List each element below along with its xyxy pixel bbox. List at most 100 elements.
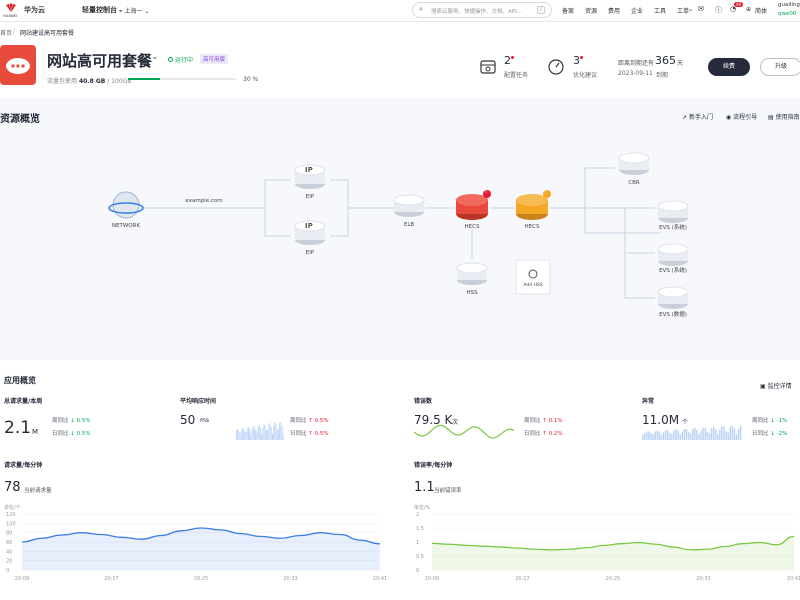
status-text: 运行中 (175, 57, 194, 64)
domain-label[interactable]: example.com (185, 198, 222, 204)
stat-value: 2.1 (4, 418, 32, 438)
language-switch[interactable]: 简体 (755, 6, 767, 15)
renew-button[interactable]: 续费 (708, 58, 750, 76)
nav-billing[interactable]: 费用 (608, 6, 620, 15)
spark-bar (266, 430, 267, 440)
data-point (500, 546, 501, 547)
data-point (776, 544, 777, 545)
spark-bar (733, 428, 736, 440)
data-point (690, 549, 691, 550)
optimize-count[interactable]: 3 (573, 54, 580, 67)
help-icon[interactable]: ⓘ (715, 5, 722, 15)
region-selector[interactable]: ⌖ 上海一 ⌄ (119, 6, 149, 16)
hecs2-badge: ! (545, 190, 548, 196)
spark-bar (646, 431, 648, 440)
spark-bar (264, 425, 266, 440)
expire-label: 距离到期还有 (618, 60, 655, 67)
day-compare: 日同比 ↑ 0.2% (524, 431, 563, 437)
user-sub: qwe00 (778, 11, 797, 17)
hss-node (456, 262, 488, 285)
breadcrumb-separator: / (13, 28, 16, 35)
hecs-label-1[interactable]: HECS (465, 224, 480, 230)
eip-label-1[interactable]: EIP (306, 194, 314, 200)
spark-bar (258, 425, 260, 440)
x-tick-label: 20:25 (194, 576, 208, 582)
spark-bar (723, 426, 725, 440)
breadcrumb-home[interactable]: 首页 (0, 28, 12, 37)
error-rate-chart-card: 错误率/每分钟 1.1 当前错误率 单位/% 0 0.5 1 1.5 2 20:09 20:… (414, 460, 800, 590)
message-icon[interactable]: ✉ (698, 5, 704, 13)
huawei-logo-icon[interactable] (4, 3, 18, 13)
spark-bar (248, 427, 249, 440)
title-dropdown-icon[interactable]: ⌄ (151, 52, 159, 62)
elb-node (393, 194, 425, 217)
hss-label[interactable]: HSS (466, 290, 477, 296)
x-tick-label: 20:09 (425, 576, 439, 582)
traffic-progress-fill (128, 78, 161, 80)
brand-name[interactable]: 华为云 (24, 5, 45, 15)
search-input[interactable]: ⌕ 搜索云服务、快捷操作、文档、API... / (412, 2, 552, 18)
nav-resources[interactable]: 资源 (585, 6, 597, 15)
app-overview-title: 应用概览 (4, 376, 36, 385)
spark-bar (236, 429, 237, 440)
console-title[interactable]: 轻量控制台 (82, 5, 117, 15)
spark-bar (681, 431, 684, 440)
spark-bar (687, 432, 690, 440)
spark-bar (272, 433, 273, 440)
upgrade-button[interactable]: 升级 (760, 58, 800, 76)
tasks-count[interactable]: 2 (504, 54, 511, 67)
spark-bar (725, 431, 727, 440)
spark-bar (652, 434, 654, 440)
spark-bar (280, 422, 282, 440)
data-point (181, 530, 182, 531)
speedometer-icon[interactable] (547, 58, 565, 76)
y-tick-label: 20 (6, 559, 12, 565)
expire-date: 2023-09-11 (618, 70, 653, 77)
series-area (432, 536, 794, 570)
config-task-icon[interactable] (479, 58, 497, 76)
x-tick-label: 20:25 (606, 576, 620, 582)
x-tick-label: 20:17 (515, 576, 529, 582)
expire-unit: 天 (677, 60, 684, 67)
spark-bar (278, 429, 279, 440)
evs-label-1[interactable]: EVS (系统) (659, 223, 687, 231)
exceptions-sparkline (642, 426, 742, 440)
data-point (260, 536, 261, 537)
spark-bar (660, 434, 663, 440)
evs-label-2[interactable]: EVS (系统) (659, 266, 687, 274)
y-tick-label: 2 (416, 512, 419, 518)
data-point (280, 538, 281, 539)
add-hss-node (515, 259, 551, 295)
y-tick-label: 0.5 (416, 554, 424, 560)
elb-label[interactable]: ELB (404, 222, 414, 228)
traffic-percent: 30 % (243, 76, 259, 83)
spark-bar (276, 429, 278, 440)
data-point (300, 535, 301, 536)
user-name[interactable]: guailing (778, 2, 800, 8)
cbr-label[interactable]: CBR (628, 180, 639, 186)
spark-bar (250, 433, 252, 440)
spark-bar (694, 427, 696, 440)
brand-small: HUAWEI (3, 14, 18, 18)
spark-bar (696, 429, 698, 440)
tasks-label: 配置任务 (504, 72, 529, 79)
region-label: 上海一 (124, 8, 143, 15)
data-point (220, 529, 221, 530)
eip-label-2[interactable]: EIP (306, 250, 314, 256)
spark-bar (669, 432, 671, 440)
nav-filing[interactable]: 备案 (562, 6, 574, 15)
data-point (552, 549, 553, 550)
top-bar: HUAWEI 华为云 轻量控制台 ⌖ 上海一 ⌄ ⌕ 搜索云服务、快捷操作、文档… (0, 0, 800, 22)
add-hss-label[interactable]: Add HSS (523, 283, 542, 288)
hecs1-badge: ! (485, 190, 488, 196)
spark-bar (700, 430, 702, 440)
y-tick-label: 1.5 (416, 526, 424, 532)
nav-enterprise[interactable]: 企业 (631, 6, 643, 15)
hecs-label-2[interactable]: HECS (525, 224, 540, 230)
nav-tools[interactable]: 工具 (654, 6, 666, 15)
evs-label-3[interactable]: EVS (数据) (659, 310, 687, 318)
search-placeholder: 搜索云服务、快捷操作、文档、API... (431, 9, 522, 15)
monitor-detail-link[interactable]: ▣ 监控详情 (760, 381, 792, 390)
eip-ip-text-1: IP (305, 166, 313, 174)
week-compare: 周同比 ↑ 0.1% (524, 418, 563, 424)
